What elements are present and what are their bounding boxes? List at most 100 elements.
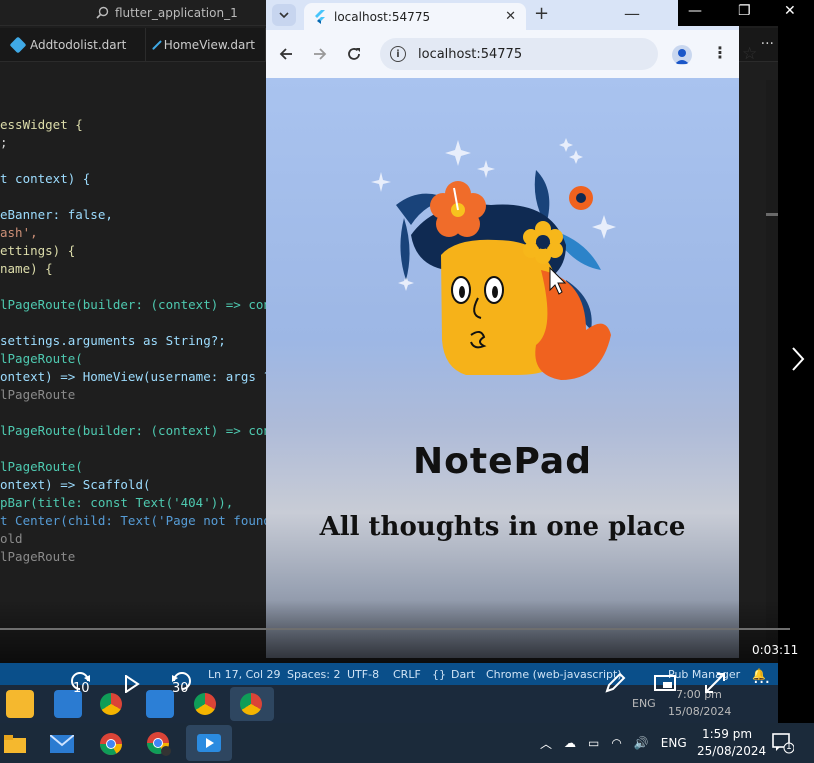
- app-subtitle: All thoughts in one place: [319, 512, 686, 542]
- code-line: lPageRoute(builder: (context) => con: [0, 297, 271, 312]
- screen: flutter_application_1 Addtodolist.dart H…: [0, 0, 814, 763]
- input-language[interactable]: ENG: [661, 736, 687, 750]
- code-editor[interactable]: essWidget { ; t context) { eBanner: fals…: [0, 116, 279, 566]
- recorded-date: 15/08/2024: [668, 705, 732, 718]
- battery-icon[interactable]: ▭: [588, 736, 599, 750]
- chrome-profile-icon: [194, 693, 216, 715]
- video-seek-bar[interactable]: [0, 628, 790, 630]
- project-name: flutter_application_1: [115, 5, 238, 20]
- windows-taskbar: ︿ ☁ ▭ ◠ 🔊 ENG 1:59 pm 25/08/2024 1: [0, 723, 814, 763]
- reload-icon[interactable]: [344, 44, 364, 64]
- profile-avatar-icon[interactable]: [672, 45, 692, 65]
- chrome-profile-icon[interactable]: [144, 729, 174, 759]
- tab-label: HomeView.dart: [163, 38, 255, 52]
- language-braces-icon: {}: [432, 668, 446, 681]
- search-icon: [96, 6, 109, 19]
- chrome-icon[interactable]: [96, 729, 126, 759]
- close-tab-icon[interactable]: ✕: [505, 9, 516, 24]
- code-line: essWidget {: [0, 117, 83, 132]
- wifi-icon[interactable]: ◠: [611, 736, 621, 750]
- dart-file-icon: [9, 36, 27, 54]
- code-line: lPageRoute: [0, 387, 76, 402]
- code-line: settings.arguments as String?;: [0, 333, 226, 348]
- file-explorer-icon: [6, 690, 34, 718]
- flutter-device[interactable]: Chrome (web-javascript): [486, 668, 622, 681]
- window-controls: — ❐ ✕: [678, 0, 814, 26]
- media-player-app[interactable]: [186, 725, 232, 761]
- code-line: ontext) => HomeView(username: args ??: [0, 369, 279, 384]
- chevron-right-icon[interactable]: [790, 345, 806, 373]
- pen-button[interactable]: [604, 672, 626, 698]
- code-line: pBar(title: const Text('404')),: [0, 495, 234, 510]
- browser-toolbar: i localhost:54775 ☆ ⋮: [266, 30, 757, 78]
- file-explorer-icon[interactable]: [0, 729, 30, 759]
- code-line: ash',: [0, 225, 38, 240]
- status-black-strip: [778, 663, 814, 685]
- recorded-taskbar-edge: [778, 685, 814, 723]
- minimize-icon[interactable]: —: [624, 4, 640, 23]
- app-title: NotePad: [413, 441, 592, 482]
- browser-window: localhost:54775 ✕ + — i localhost:54775 …: [266, 0, 757, 658]
- new-tab-icon[interactable]: +: [534, 3, 549, 24]
- code-line: name) {: [0, 261, 53, 276]
- cloud-icon[interactable]: ☁: [564, 736, 576, 750]
- volume-icon[interactable]: 🔊: [634, 736, 649, 750]
- notepad-illustration: [371, 138, 616, 380]
- notification-button[interactable]: 1: [772, 732, 795, 754]
- picture-in-picture-button[interactable]: [654, 674, 676, 696]
- mail-icon[interactable]: [47, 729, 77, 759]
- expand-icon: [705, 673, 725, 693]
- code-line: ontext) => Scaffold(: [0, 477, 151, 492]
- minimize-window-icon[interactable]: —: [688, 3, 702, 19]
- back-icon[interactable]: [276, 44, 296, 64]
- line-ending[interactable]: CRLF: [393, 668, 421, 681]
- tab-title: localhost:54775: [334, 9, 431, 24]
- language-mode[interactable]: Dart: [451, 668, 475, 681]
- code-line: t context) {: [0, 171, 91, 186]
- pen-icon: [605, 672, 626, 693]
- play-button[interactable]: [124, 674, 140, 697]
- tab-label: Addtodolist.dart: [30, 38, 127, 52]
- code-line: t Center(child: Text('Page not found: [0, 513, 271, 528]
- input-language: ENG: [632, 697, 656, 710]
- forward-icon[interactable]: [310, 44, 330, 64]
- picture-in-picture-icon: [654, 675, 676, 691]
- indentation[interactable]: Spaces: 2: [287, 668, 340, 681]
- address-bar[interactable]: i localhost:54775 ☆: [380, 38, 757, 70]
- encoding[interactable]: UTF-8: [347, 668, 379, 681]
- forward-seconds: 30: [172, 681, 189, 696]
- code-line: eBanner: false,: [0, 207, 113, 222]
- browser-tab[interactable]: localhost:54775 ✕: [304, 3, 526, 30]
- code-line: ettings) {: [0, 243, 76, 258]
- fullscreen-button[interactable]: [704, 672, 726, 698]
- cursor-position[interactable]: Ln 17, Col 29: [208, 668, 281, 681]
- system-tray: ︿ ☁ ▭ ◠ 🔊 ENG: [540, 723, 687, 763]
- side-black-panel: [778, 0, 814, 663]
- rewind-seconds: 10: [73, 681, 90, 696]
- browser-menu-icon[interactable]: ⋮: [712, 43, 728, 62]
- clock-time: 1:59 pm: [701, 727, 753, 741]
- taskbar-clock[interactable]: 1:59 pm 25/08/2024: [697, 726, 767, 760]
- bookmark-star-icon[interactable]: ☆: [742, 38, 757, 70]
- close-window-icon[interactable]: ✕: [784, 3, 796, 19]
- minimap[interactable]: [766, 80, 778, 660]
- tab-homeview[interactable]: HomeView.dart: [146, 28, 266, 62]
- more-options-icon[interactable]: ···: [753, 672, 770, 693]
- site-info-icon[interactable]: i: [390, 46, 406, 62]
- tab-addtodolist[interactable]: Addtodolist.dart: [0, 28, 146, 62]
- tab-search-button[interactable]: [272, 4, 296, 26]
- clock-date: 25/08/2024: [697, 744, 767, 758]
- play-icon: [125, 674, 140, 694]
- video-elapsed-time: 0:03:11: [752, 643, 799, 657]
- url-text: localhost:54775: [418, 46, 523, 62]
- chevron-up-icon[interactable]: ︿: [540, 735, 552, 752]
- scrollbar-thumb[interactable]: [766, 213, 778, 216]
- notification-count: 1: [786, 742, 792, 752]
- restore-window-icon[interactable]: ❐: [738, 3, 751, 19]
- more-actions-icon[interactable]: ···: [761, 36, 774, 52]
